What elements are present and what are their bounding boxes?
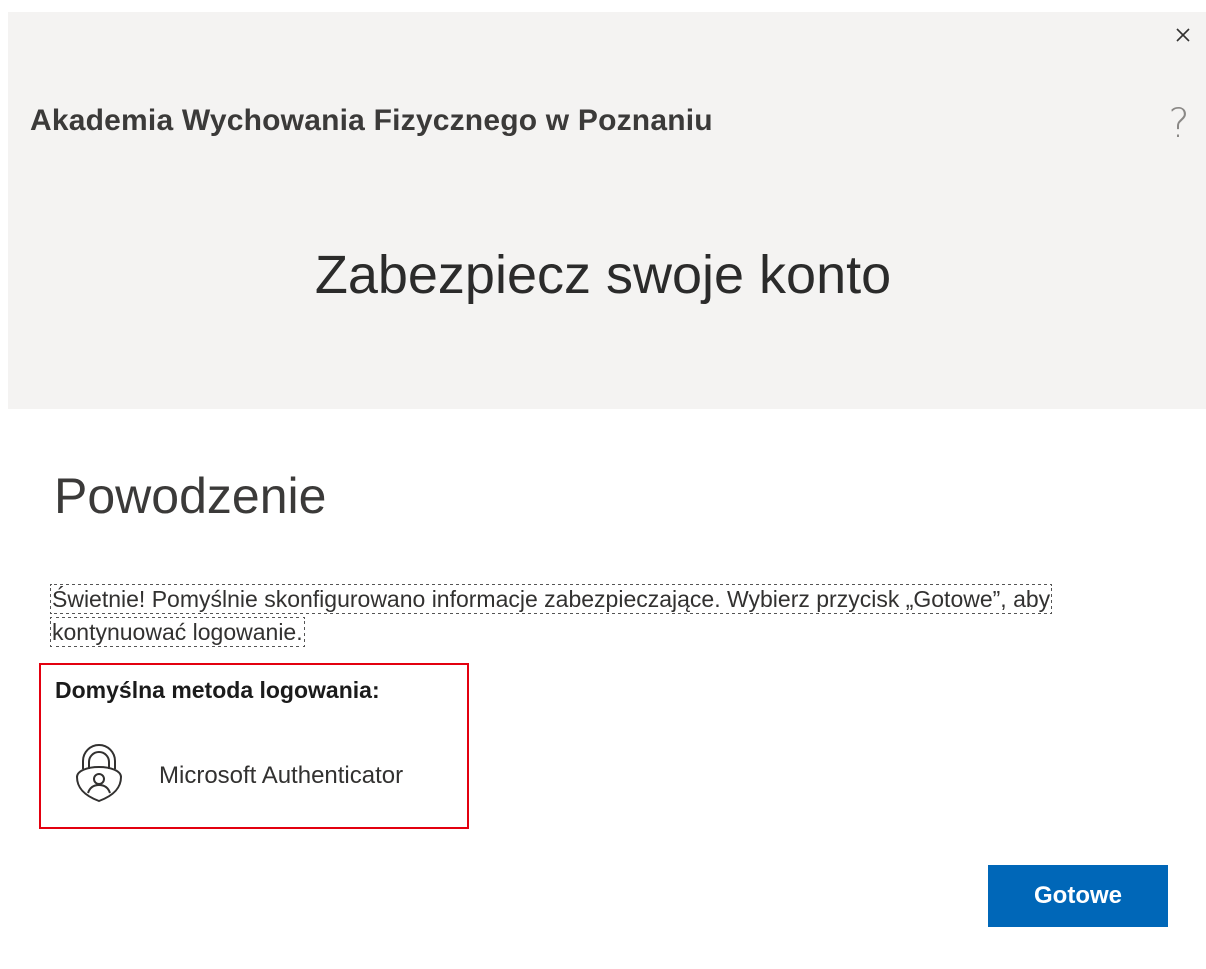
authenticator-lock-icon: [75, 744, 123, 803]
page-title: Zabezpiecz swoje konto: [314, 245, 892, 305]
organization-name: Akademia Wychowania Fizycznego w Poznani…: [30, 104, 713, 137]
default-method-highlight: Domyślna metoda logowania: Microsoft Aut…: [39, 663, 469, 829]
close-button[interactable]: [1170, 22, 1196, 48]
success-message: Świetnie! Pomyślnie skonfigurowano infor…: [49, 583, 1060, 649]
close-icon: [1176, 28, 1190, 42]
section-title: Powodzenie: [54, 468, 327, 524]
default-method-name: Microsoft Authenticator: [159, 762, 404, 789]
top-strip: [0, 0, 1206, 12]
header-banner: [8, 12, 1206, 409]
default-method-label: Domyślna metoda logowania:: [55, 677, 380, 703]
success-message-text: Świetnie! Pomyślnie skonfigurowano infor…: [49, 584, 1053, 647]
done-button[interactable]: Gotowe: [988, 865, 1168, 927]
help-button[interactable]: ?: [1164, 100, 1194, 148]
